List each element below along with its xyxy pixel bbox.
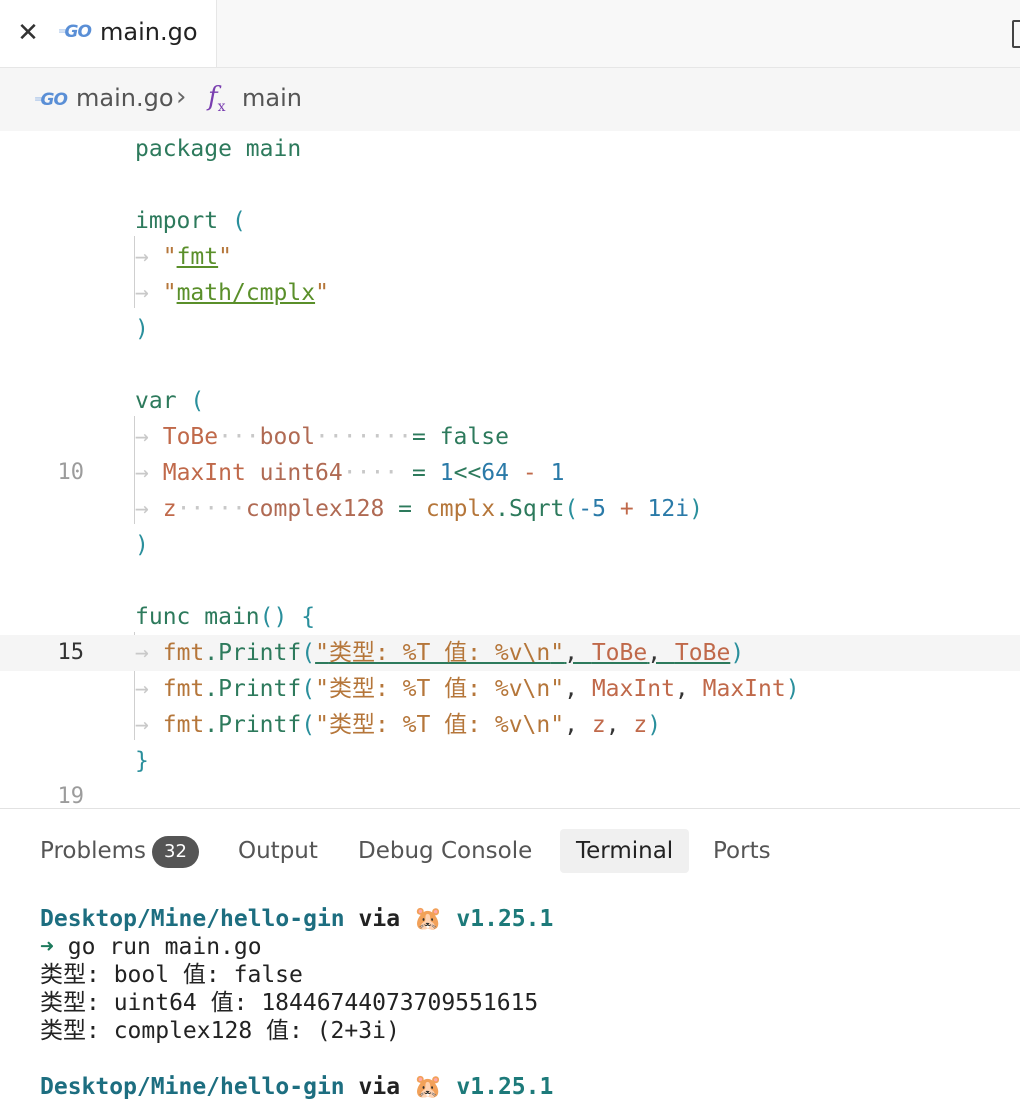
tab-label: main.go — [100, 18, 198, 46]
code-line: var ( — [135, 388, 205, 414]
go-file-icon: =GO — [58, 22, 92, 42]
code-line: → fmt.Printf("类型: %T 值: %v\n", MaxInt, M… — [135, 676, 800, 702]
terminal-output-line: 类型: bool 值: false — [40, 962, 303, 988]
breadcrumb-symbol[interactable]: main — [242, 84, 302, 112]
code-line: import ( — [135, 208, 246, 234]
code-line: ) — [135, 316, 149, 342]
code-line: func main() { — [135, 604, 316, 630]
editor-tab-bar: ✕ =GO main.go — [0, 0, 1020, 68]
terminal-output-line: 类型: uint64 值: 18446744073709551615 — [40, 990, 539, 1016]
terminal-output-line: 类型: complex128 值: (2+3i) — [40, 1018, 400, 1044]
code-line: package main — [135, 136, 302, 162]
code-line: ) — [135, 532, 149, 558]
terminal-command-line: ➜ go run main.go — [40, 934, 262, 960]
close-icon[interactable]: ✕ — [14, 18, 42, 48]
code-line: → fmt.Printf("类型: %T 值: %v\n", z, z) — [135, 712, 662, 738]
code-line: } — [135, 748, 149, 774]
code-editor[interactable]: package main import ( → "fmt" → "math/cm… — [0, 131, 1020, 808]
split-editor-icon[interactable] — [1012, 20, 1020, 48]
bottom-panel: Problems 32 Output Debug Console Terminal… — [0, 808, 1020, 1113]
problems-count-badge: 32 — [152, 835, 199, 868]
code-line: → "fmt" — [135, 244, 232, 270]
tab-terminal[interactable]: Terminal — [560, 829, 690, 873]
breadcrumb: =GO main.go › fx main — [0, 68, 1020, 131]
line-number: 19 — [57, 784, 85, 808]
code-line-current: 15 → fmt.Printf("类型: %T 值: %v\n", ToBe, … — [0, 635, 1020, 671]
gopher-icon: 🐹 — [413, 1074, 443, 1100]
code-line: 10 → MaxInt uint64···· = 1<<64 - 1 — [0, 455, 1020, 491]
terminal-prompt-line: Desktop/Mine/hello-gin via 🐹 v1.25.1 — [40, 1074, 554, 1100]
terminal-prompt-line: Desktop/Mine/hello-gin via 🐹 v1.25.1 — [40, 906, 554, 932]
gopher-icon: 🐹 — [413, 906, 443, 932]
line-number: 15 — [57, 640, 85, 665]
go-file-icon: =GO — [34, 90, 68, 110]
chevron-right-icon: › — [176, 82, 187, 112]
tab-problems[interactable]: Problems 32 — [40, 829, 199, 873]
code-line: 19 — [0, 779, 1020, 808]
code-line: → z·····complex128 = cmplx.Sqrt(-5 + 12i… — [135, 496, 703, 522]
code-line: → ToBe···bool·······= false — [135, 424, 509, 450]
code-line: → "math/cmplx" — [135, 280, 329, 306]
tab-output[interactable]: Output — [238, 829, 318, 873]
breadcrumb-file[interactable]: main.go — [76, 84, 174, 112]
tab-main-go[interactable]: ✕ =GO main.go — [0, 0, 217, 67]
tab-ports[interactable]: Ports — [713, 829, 771, 873]
line-number: 10 — [57, 460, 85, 485]
function-icon: fx — [208, 82, 226, 116]
tab-debug-console[interactable]: Debug Console — [358, 829, 532, 873]
